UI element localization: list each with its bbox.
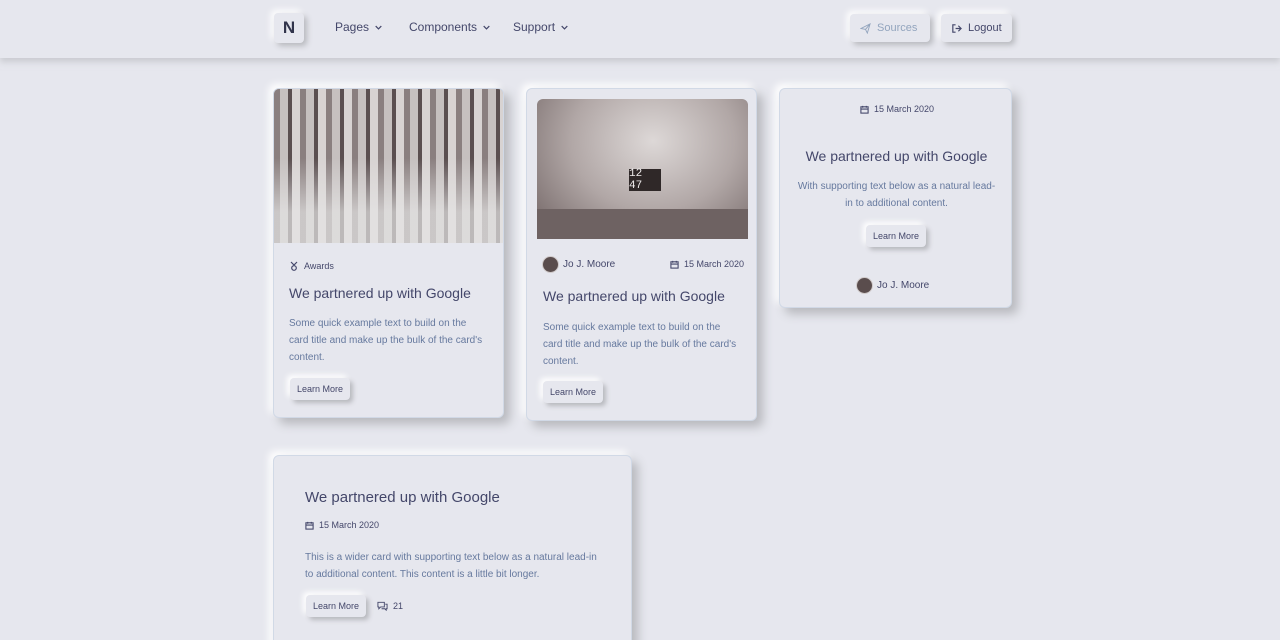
card-text: With supporting text below as a natural … bbox=[797, 181, 996, 209]
learn-more-button[interactable]: Learn More bbox=[290, 378, 351, 400]
comments-value: 21 bbox=[393, 601, 404, 611]
chevron-down-icon bbox=[561, 25, 568, 30]
card-badge: Awards bbox=[289, 261, 334, 271]
card-author: 12 47 Jo J. Moore 15 March 2020 We partn… bbox=[526, 88, 757, 421]
nav-components[interactable]: Components bbox=[409, 20, 490, 34]
navbar: N Pages Components Support Sources Logou… bbox=[0, 0, 1280, 58]
nav-support-label: Support bbox=[513, 20, 556, 34]
logout-button[interactable]: Logout bbox=[941, 14, 1012, 42]
card-text: This is a wider card with supporting tex… bbox=[305, 552, 597, 580]
chevron-down-icon bbox=[483, 25, 490, 30]
logout-label: Logout bbox=[968, 22, 1002, 34]
nav-components-label: Components bbox=[409, 20, 478, 34]
clock-display: 12 47 bbox=[629, 168, 661, 192]
calendar-icon bbox=[860, 105, 869, 114]
author-name: Jo J. Moore bbox=[563, 259, 616, 270]
avatar bbox=[543, 257, 558, 272]
paper-plane-icon bbox=[860, 22, 871, 34]
card-centered: 15 March 2020 We partnered up with Googl… bbox=[779, 88, 1012, 308]
learn-more-button[interactable]: Learn More bbox=[866, 225, 927, 247]
card-author-meta[interactable]: Jo J. Moore bbox=[543, 257, 615, 272]
card-wide: We partnered up with Google 15 March 202… bbox=[273, 455, 632, 640]
calendar-icon bbox=[305, 521, 314, 530]
card-title[interactable]: We partnered up with Google bbox=[305, 489, 605, 506]
nav-pages-label: Pages bbox=[335, 20, 370, 34]
desk-shadow bbox=[537, 209, 748, 239]
card-text: Some quick example text to build on the … bbox=[543, 322, 737, 367]
avatar bbox=[857, 278, 872, 293]
nav-support[interactable]: Support bbox=[513, 20, 568, 34]
card-text: Some quick example text to build on the … bbox=[289, 318, 483, 363]
sources-button[interactable]: Sources bbox=[850, 14, 930, 42]
card-date: 15 March 2020 bbox=[670, 259, 744, 269]
card-title[interactable]: We partnered up with Google bbox=[543, 288, 743, 304]
author-name: Jo J. Moore bbox=[877, 280, 930, 291]
comments-count[interactable]: 21 bbox=[377, 601, 403, 611]
card-author-meta[interactable]: Jo J. Moore bbox=[857, 278, 929, 293]
medal-icon bbox=[290, 261, 298, 271]
desk-photo: 12 47 bbox=[537, 99, 748, 239]
brand-logo[interactable]: N bbox=[274, 13, 304, 43]
card-date: 15 March 2020 bbox=[860, 104, 934, 114]
nav-pages[interactable]: Pages bbox=[335, 20, 382, 34]
card-title[interactable]: We partnered up with Google bbox=[780, 148, 1011, 164]
sign-out-icon bbox=[952, 23, 962, 33]
date-label: 15 March 2020 bbox=[684, 259, 745, 269]
chevron-down-icon bbox=[375, 25, 382, 30]
office-photo bbox=[274, 89, 503, 243]
sources-label: Sources bbox=[877, 22, 918, 34]
date-label: 15 March 2020 bbox=[874, 104, 935, 114]
learn-more-button[interactable]: Learn More bbox=[306, 595, 367, 617]
comments-icon bbox=[377, 601, 388, 611]
date-label: 15 March 2020 bbox=[319, 520, 380, 530]
card-awards: Awards We partnered up with Google Some … bbox=[273, 88, 504, 418]
badge-label: Awards bbox=[304, 261, 334, 271]
learn-more-button[interactable]: Learn More bbox=[543, 381, 604, 403]
card-title[interactable]: We partnered up with Google bbox=[289, 285, 489, 301]
card-date: 15 March 2020 bbox=[305, 520, 379, 530]
calendar-icon bbox=[670, 260, 679, 269]
